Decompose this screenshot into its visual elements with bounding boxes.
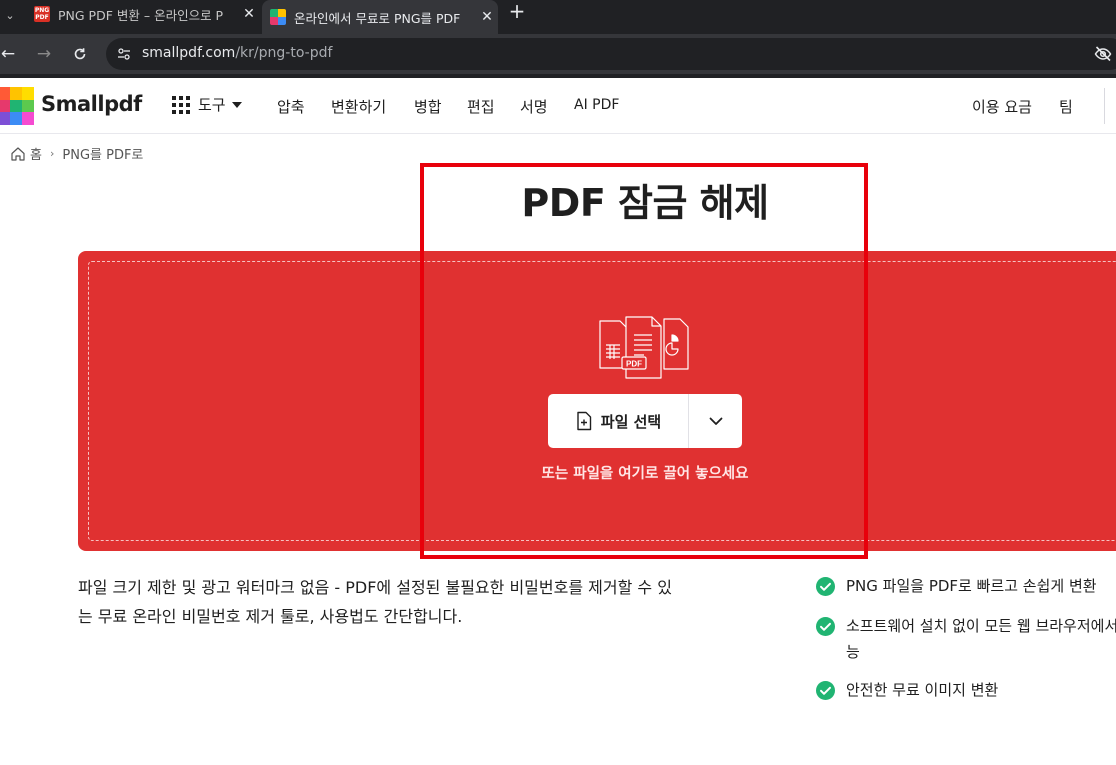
svg-text:PDF: PDF — [626, 360, 642, 369]
eye-off-icon[interactable] — [1094, 45, 1112, 63]
file-dropzone[interactable]: PDF 파일 선택 또는 파일을 여기로 끌어 놓으세요 — [78, 251, 1116, 551]
feature-item: 안전한 무료 이미지 변환 — [816, 677, 998, 703]
breadcrumb-home[interactable]: 홈 — [30, 144, 42, 163]
site-header: Smallpdf 도구 압축 변환하기 병합 편집 서명 AI PDF 이용 요… — [0, 78, 1116, 134]
url-path: /kr/png-to-pdf — [235, 45, 333, 61]
feature-item: PNG 파일을 PDF로 빠르고 손쉽게 변환 — [816, 573, 1097, 599]
browser-toolbar: ← → smallpdf.com/kr/png-to-pdf — [0, 34, 1116, 74]
tools-label: 도구 — [198, 96, 226, 114]
breadcrumb: 홈 › PNG를 PDF로 — [10, 144, 143, 163]
tab-title: 온라인에서 무료로 PNG를 PDF — [294, 10, 461, 26]
nav-ai-pdf[interactable]: AI PDF — [574, 97, 619, 113]
home-icon[interactable] — [10, 146, 26, 162]
tab-smallpdf-active[interactable]: 온라인에서 무료로 PNG를 PDF ✕ — [262, 0, 498, 34]
new-tab-button[interactable]: + — [506, 1, 528, 23]
check-circle-icon — [816, 577, 835, 596]
upload-options-dropdown[interactable] — [689, 394, 742, 448]
tools-menu-button[interactable]: 도구 — [172, 94, 242, 115]
description-line: 파일 크기 제한 및 광고 워터마크 없음 - PDF에 설정된 불필요한 비밀… — [78, 578, 672, 597]
check-circle-icon — [816, 681, 835, 700]
chevron-down-icon — [709, 417, 722, 425]
choose-file-button-group: 파일 선택 — [548, 394, 742, 448]
nav-sign[interactable]: 서명 — [520, 96, 548, 117]
site-info-icon[interactable] — [114, 44, 134, 64]
feature-text-line: 소프트웨어 설치 없이 모든 웹 브라우저에서 — [846, 617, 1116, 635]
grid-icon — [172, 95, 190, 114]
choose-file-button[interactable]: 파일 선택 — [548, 394, 689, 448]
chevron-down-icon[interactable]: ⌄ — [0, 4, 20, 26]
caret-down-icon — [231, 101, 242, 108]
feature-text-line: 능 — [846, 643, 860, 661]
tab-png-pdf[interactable]: PNG PDF PNG PDF 변환 – 온라인으로 P ✕ — [26, 0, 260, 28]
address-bar[interactable]: smallpdf.com/kr/png-to-pdf — [106, 38, 1116, 70]
nav-merge[interactable]: 병합 — [414, 96, 442, 117]
breadcrumb-separator: › — [49, 147, 55, 160]
feature-text: 안전한 무료 이미지 변환 — [846, 681, 999, 699]
feature-item: 소프트웨어 설치 없이 모든 웹 브라우저에서 능 — [816, 613, 1116, 665]
nav-edit[interactable]: 편집 — [467, 96, 495, 117]
browser-tab-strip: ⌄ PNG PDF PNG PDF 변환 – 온라인으로 P ✕ 온라인에서 무료… — [0, 0, 1116, 34]
close-icon[interactable]: ✕ — [238, 6, 260, 22]
page-title: PDF 잠금 해제 — [521, 181, 769, 225]
close-icon[interactable]: ✕ — [476, 9, 498, 25]
back-arrow-icon[interactable]: ← — [0, 42, 20, 66]
documents-icon: PDF — [599, 316, 689, 379]
choose-file-label: 파일 선택 — [600, 412, 662, 431]
drop-hint-text: 또는 파일을 여기로 끌어 놓으세요 — [541, 466, 749, 482]
nav-convert[interactable]: 변환하기 — [331, 96, 386, 117]
url-text[interactable]: smallpdf.com/kr/png-to-pdf — [142, 45, 332, 61]
feature-text: 소프트웨어 설치 없이 모든 웹 브라우저에서 능 — [846, 613, 1116, 665]
file-plus-icon — [577, 411, 591, 431]
tab-title: PNG PDF 변환 – 온라인으로 P — [58, 7, 224, 23]
forward-arrow-icon[interactable]: → — [32, 42, 56, 66]
nav-pricing[interactable]: 이용 요금 — [972, 96, 1032, 117]
smallpdf-logo-icon[interactable] — [0, 87, 34, 126]
png-pdf-icon: PNG PDF — [34, 6, 50, 22]
header-divider — [1104, 88, 1105, 124]
reload-icon[interactable] — [68, 42, 92, 66]
feature-text: PNG 파일을 PDF로 빠르고 손쉽게 변환 — [846, 577, 1097, 595]
logo-wordmark[interactable]: Smallpdf — [41, 92, 142, 116]
nav-compress[interactable]: 압축 — [277, 96, 305, 117]
nav-team[interactable]: 팀 — [1059, 96, 1073, 117]
url-host: smallpdf.com — [142, 45, 236, 61]
breadcrumb-current: PNG를 PDF로 — [62, 148, 144, 163]
check-circle-icon — [816, 617, 835, 636]
tool-description: 파일 크기 제한 및 광고 워터마크 없음 - PDF에 설정된 불필요한 비밀… — [78, 573, 728, 631]
description-line: 는 무료 온라인 비밀번호 제거 툴로, 사용법도 간단합니다. — [78, 607, 463, 626]
smallpdf-icon — [270, 9, 286, 25]
